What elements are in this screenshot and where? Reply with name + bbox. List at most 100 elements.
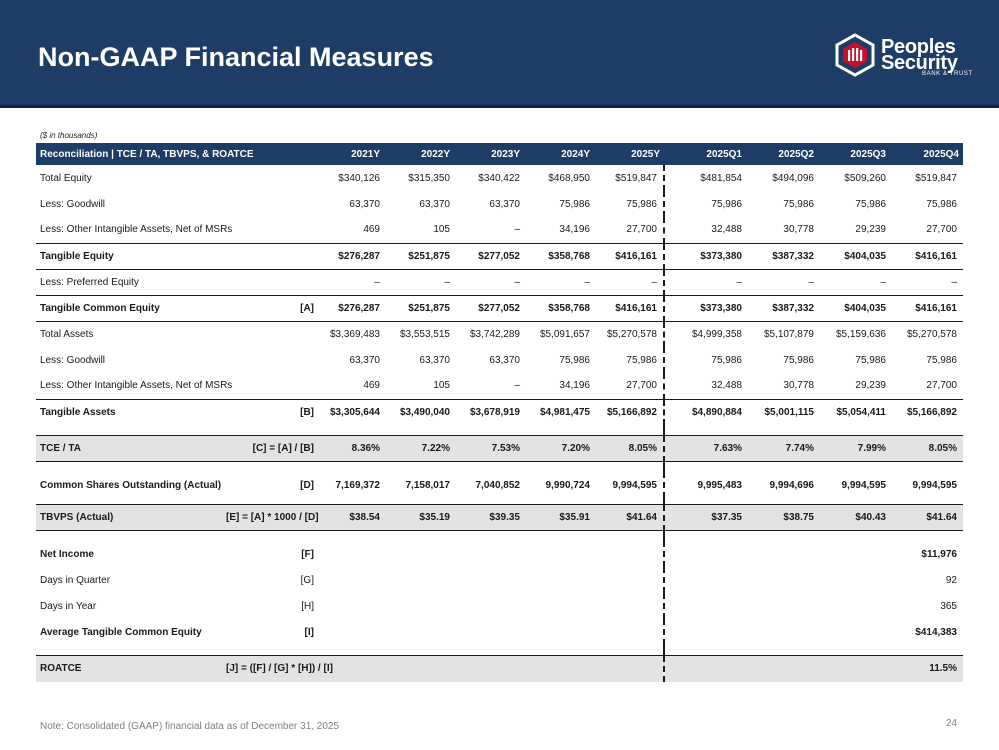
cell-value [594,655,664,682]
table-row: Days in Quarter [G] 92 [36,567,963,593]
cell-value: $276,287 [318,243,384,270]
cell-value: $5,091,657 [524,320,594,347]
cell-value [594,619,664,645]
logo-subtitle: BANK & TRUST [922,71,973,77]
spacer-cell [454,425,524,436]
spacer-cell [36,531,222,542]
cell-value: $340,126 [338,172,380,184]
row-label: Less: Goodwill [40,198,106,210]
row-reference: [E] = [A] * 1000 / [D] [222,504,319,531]
row-reference: [H] [301,600,314,612]
spacer-cell [818,425,890,436]
cell-value: $5,270,578 [890,320,963,347]
cell-value [746,593,818,619]
col-header: 2025Q3 [818,143,890,165]
cell-value: 9,994,595 [912,479,958,491]
cell-value: $41.64 [594,504,664,531]
cell-value: $276,287 [338,302,380,314]
col-header: 2021Y [318,143,384,165]
spacer-cell [384,645,454,656]
table-header-row: Reconciliation | TCE / TA, TBVPS, & ROAT… [36,143,963,165]
cell-value: $35.91 [524,504,594,531]
cell-value: 63,370 [489,198,520,210]
cell-value [818,619,890,645]
cell-value: 27,700 [890,217,963,244]
table-header-label: Reconciliation | TCE / TA, TBVPS, & ROAT… [36,143,318,165]
row-reference: [D] [300,479,314,491]
cell-value: 75,986 [783,354,814,366]
cell-value: 75,986 [855,198,886,210]
cell-value: 75,986 [663,347,746,373]
cell-value [384,655,454,682]
spacer-cell [890,462,963,473]
row-spacer [36,461,963,473]
cell-value: – [818,269,890,296]
cell-value [746,619,818,645]
cell-value: $358,768 [548,302,590,314]
cell-value: $277,052 [478,302,520,314]
cell-value: – [318,269,384,296]
cell-value: $38.54 [318,504,384,531]
cell-value: 7.63% [663,435,746,462]
header-bar: Non-GAAP Financial Measures Peoples Secu… [0,0,999,108]
cell-value: $4,999,358 [663,320,746,347]
row-reference [222,269,318,296]
cell-value: 75,986 [926,354,957,366]
cell-value [384,541,454,567]
spacer-cell [663,461,746,472]
cell-value [818,567,890,593]
spacer-cell [318,425,384,436]
row-label: Days in Year [40,600,97,612]
spacer-cell [594,531,664,542]
cell-value: 92 [945,574,957,586]
cell-value: 7.74% [746,435,818,462]
cell-value: $37.35 [663,504,746,531]
cell-value [818,593,890,619]
row-spacer [36,645,963,656]
cell-value: 75,986 [626,198,657,210]
cell-value: 7.99% [818,435,890,462]
cell-value: 105 [384,373,454,400]
row-label: Total Equity [40,172,92,184]
table-row: Common Shares Outstanding (Actual) [D] 7,1… [36,472,963,498]
cell-value: 469 [318,217,384,244]
spacer-cell [384,531,454,542]
row-reference: [B] [300,406,314,418]
cell-value [746,567,818,593]
cell-value: $251,875 [384,243,454,270]
row-reference [222,320,318,347]
row-label: Less: Goodwill [40,354,106,366]
cell-value: 8.05% [890,435,963,462]
cell-value: 75,986 [783,198,814,210]
cell-value: $277,052 [454,243,524,270]
cell-value: $509,260 [844,172,886,184]
spacer-cell [454,531,524,542]
cell-value: $3,553,515 [384,320,454,347]
cell-value: 34,196 [524,217,594,244]
cell-value: 8.36% [318,435,384,462]
cell-value: $3,742,289 [454,320,524,347]
cell-value: 75,986 [559,198,590,210]
row-reference [222,191,318,217]
table-row: TBVPS (Actual) [E] = [A] * 1000 / [D] $38.… [36,504,963,531]
cell-value: 75,986 [926,198,957,210]
cell-value [594,567,664,593]
cell-value: 11.5% [890,655,963,682]
cell-value: $35.19 [384,504,454,531]
row-spacer [36,425,963,436]
cell-value [454,567,524,593]
cell-value: 75,986 [626,354,657,366]
row-reference: [I] [304,626,314,638]
cell-value [663,541,746,567]
spacer-cell [594,645,664,656]
cell-value [524,655,594,682]
row-reference [222,347,318,373]
units-note: ($ in thousands) [40,131,98,140]
table-row: Net Income [F] $11,976 [36,541,963,567]
cell-value: – [890,269,963,296]
cell-value [663,655,746,682]
cell-value [524,541,594,567]
cell-value: 75,986 [855,354,886,366]
spacer-cell [36,425,222,436]
row-label: TCE / TA [36,435,222,462]
